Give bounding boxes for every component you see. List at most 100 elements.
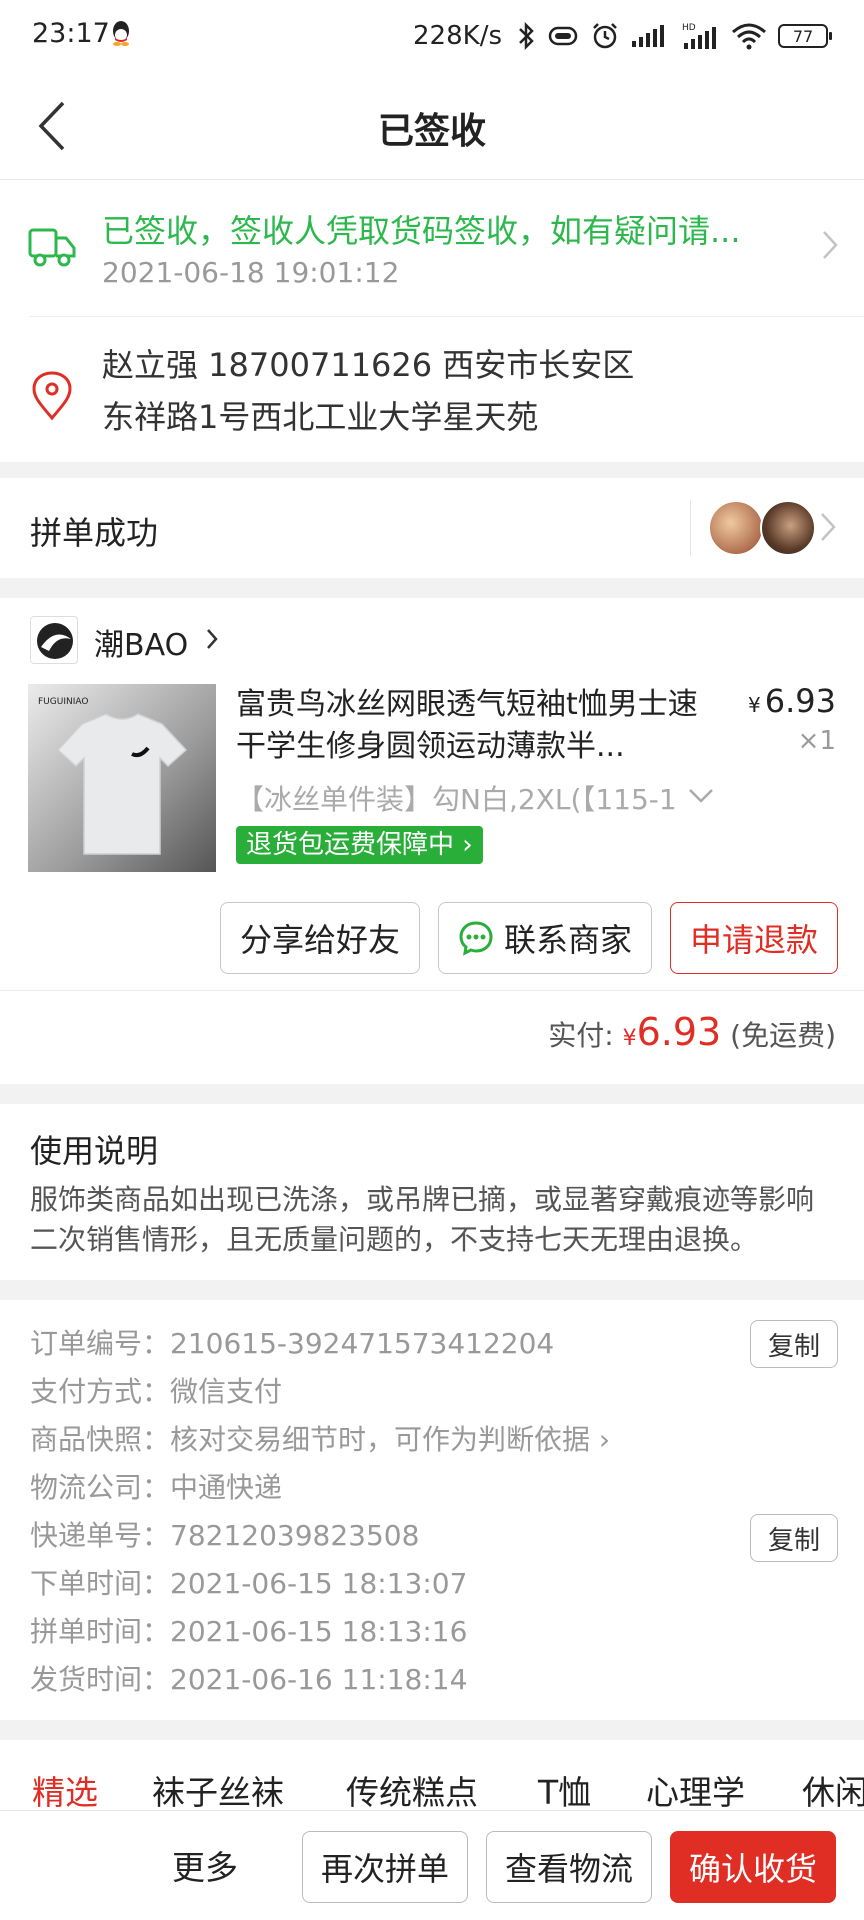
battery-level: 77: [792, 26, 814, 46]
status-bar: 23:17 228K/s HD 77: [0, 0, 864, 72]
info-label: 支付方式：: [30, 1375, 171, 1408]
product-spec[interactable]: 【冰丝单件装】勾N白,2XL(【115-1: [236, 778, 676, 818]
chevron-down-icon[interactable]: [688, 788, 714, 804]
status-time: 23:17: [32, 18, 110, 49]
payment-method-row: 支付方式：微信支付: [30, 1370, 282, 1410]
info-label: 物流公司：: [30, 1471, 171, 1504]
product-title[interactable]: 富贵鸟冰丝网眼透气短袖t恤男士速干学生修身圆领运动薄款半...: [236, 684, 726, 768]
svg-text:HD: HD: [682, 23, 696, 33]
price-value: 6.93: [764, 682, 836, 720]
regroup-label: 再次拼单: [320, 1850, 449, 1888]
product-price: ¥6.93: [748, 682, 836, 720]
header: 已签收: [0, 72, 864, 180]
currency-symbol: ¥: [748, 693, 761, 717]
view-logistics-button[interactable]: 查看物流: [486, 1831, 652, 1903]
order-time-row: 下单时间：2021-06-15 18:13:07: [30, 1562, 467, 1602]
copy-label: 复制: [767, 1331, 820, 1362]
alarm-icon: [593, 23, 617, 49]
tshirt-image: FUGUINIAO: [28, 684, 216, 872]
logistics-time: 2021-06-18 19:01:12: [102, 256, 400, 289]
view-logistics-label: 查看物流: [504, 1850, 633, 1888]
chevron-right-icon: ›: [590, 1423, 611, 1456]
tab-category[interactable]: 精选: [32, 1766, 98, 1810]
shop-logo-icon: [37, 623, 73, 659]
chevron-right-icon: [207, 629, 218, 649]
chevron-right-icon: [823, 231, 838, 259]
info-label: 下单时间：: [30, 1567, 171, 1600]
paid-value: 6.93: [636, 1010, 722, 1054]
info-label: 订单编号：: [30, 1327, 171, 1360]
signal-hd-icon: HD: [682, 23, 716, 49]
confirm-receipt-button[interactable]: 确认收货: [670, 1831, 836, 1903]
currency-symbol: ¥: [622, 1026, 637, 1051]
more-button[interactable]: 更多: [172, 1841, 238, 1889]
courier-row: 物流公司：中通快递: [30, 1466, 282, 1506]
address-contact: 赵立强 18700711626 西安市长安区: [102, 346, 635, 384]
contact-label: 联系商家: [503, 921, 632, 959]
order-info: 订单编号：210615-392471573412204 复制 支付方式：微信支付…: [0, 1300, 864, 1720]
signal-icon: [632, 25, 664, 47]
tracking-number-row: 快递单号：78212039823508: [30, 1514, 419, 1554]
order-number: 210615-392471573412204: [170, 1327, 555, 1360]
group-time-row: 拼单时间：2021-06-15 18:13:16: [30, 1610, 467, 1650]
tab-category[interactable]: 传统糕点: [346, 1766, 478, 1810]
tab-category[interactable]: 心理学: [646, 1766, 745, 1810]
product-card: 潮BAO FUGUINIAO 富贵鸟冰丝网眼透气短袖t恤男士速干学生修身圆领运动…: [0, 598, 864, 1084]
regroup-button[interactable]: 再次拼单: [302, 1831, 468, 1903]
address-detail: 东祥路1号西北工业大学星天苑: [102, 398, 539, 436]
vibrate-icon: [548, 26, 578, 46]
snapshot-row[interactable]: 商品快照：核对交易细节时，可作为判断依据 ›: [30, 1418, 610, 1458]
usage-title: 使用说明: [30, 1132, 159, 1170]
chat-icon: [459, 921, 493, 956]
chevron-right-icon: ›: [454, 830, 473, 860]
tab-category[interactable]: 袜子丝袜: [152, 1766, 284, 1810]
category-tabs: 精选 袜子丝袜 传统糕点 T恤 心理学 休闲: [0, 1740, 864, 1810]
svg-text:FUGUINIAO: FUGUINIAO: [38, 697, 88, 707]
confirm-receipt-label: 确认收货: [688, 1850, 817, 1888]
divider: [30, 316, 864, 317]
info-label: 发货时间：: [30, 1663, 171, 1696]
copy-order-number-button[interactable]: 复制: [750, 1320, 838, 1368]
order-time: 2021-06-15 18:13:07: [170, 1567, 468, 1600]
divider: [690, 500, 691, 556]
divider: [0, 990, 864, 991]
product-image[interactable]: FUGUINIAO: [28, 684, 216, 872]
info-label: 商品快照：: [30, 1423, 171, 1456]
page-title: 已签收: [377, 111, 486, 152]
paid-amount: 实付: ¥6.93 (免运费): [548, 1010, 836, 1054]
shipping-note: (免运费): [730, 1019, 836, 1052]
usage-text: 服饰类商品如出现已洗涤，或吊牌已摘，或显著穿戴痕迹等影响二次销售情形，且无质量问…: [30, 1183, 815, 1256]
tab-category[interactable]: T恤: [538, 1766, 591, 1810]
avatar[interactable]: [708, 500, 764, 556]
group-success-row[interactable]: 拼单成功: [0, 478, 864, 578]
group-success-label: 拼单成功: [30, 514, 159, 552]
bluetooth-icon: [519, 21, 534, 51]
courier-name: 中通快递: [170, 1471, 283, 1504]
info-label: 快递单号：: [30, 1519, 171, 1552]
paid-label: 实付:: [548, 1019, 614, 1052]
truck-icon: [28, 228, 76, 267]
logistics-card[interactable]: 已签收，签收人凭取货码签收，如有疑问请... 2021-06-18 19:01:…: [0, 180, 864, 462]
contact-merchant-button[interactable]: 联系商家: [438, 902, 652, 974]
shop-logo[interactable]: [30, 616, 78, 664]
qq-icon: [113, 21, 129, 46]
group-time: 2021-06-15 18:13:16: [170, 1615, 468, 1648]
tab-category[interactable]: 休闲: [802, 1766, 864, 1810]
guarantee-label: 退货包运费保障中: [246, 830, 455, 860]
order-number-row: 订单编号：210615-392471573412204: [30, 1322, 554, 1362]
wifi-icon: [732, 23, 766, 50]
location-pin-icon: [32, 371, 72, 421]
usage-notes: 使用说明 服饰类商品如出现已洗涤，或吊牌已摘，或显著穿戴痕迹等影响二次销售情形，…: [0, 1104, 864, 1280]
copy-label: 复制: [767, 1525, 820, 1556]
refund-button[interactable]: 申请退款: [670, 902, 838, 974]
shop-name[interactable]: 潮BAO: [94, 620, 188, 664]
tracking-number: 78212039823508: [170, 1519, 420, 1552]
share-button[interactable]: 分享给好友: [220, 902, 420, 974]
return-shipping-badge[interactable]: 退货包运费保障中 ›: [236, 826, 483, 864]
refund-label: 申请退款: [689, 921, 818, 959]
copy-tracking-number-button[interactable]: 复制: [750, 1514, 838, 1562]
info-label: 拼单时间：: [30, 1615, 171, 1648]
ship-time: 2021-06-16 11:18:14: [170, 1663, 468, 1696]
avatar[interactable]: [760, 500, 816, 556]
battery-icon: 77: [778, 24, 832, 48]
